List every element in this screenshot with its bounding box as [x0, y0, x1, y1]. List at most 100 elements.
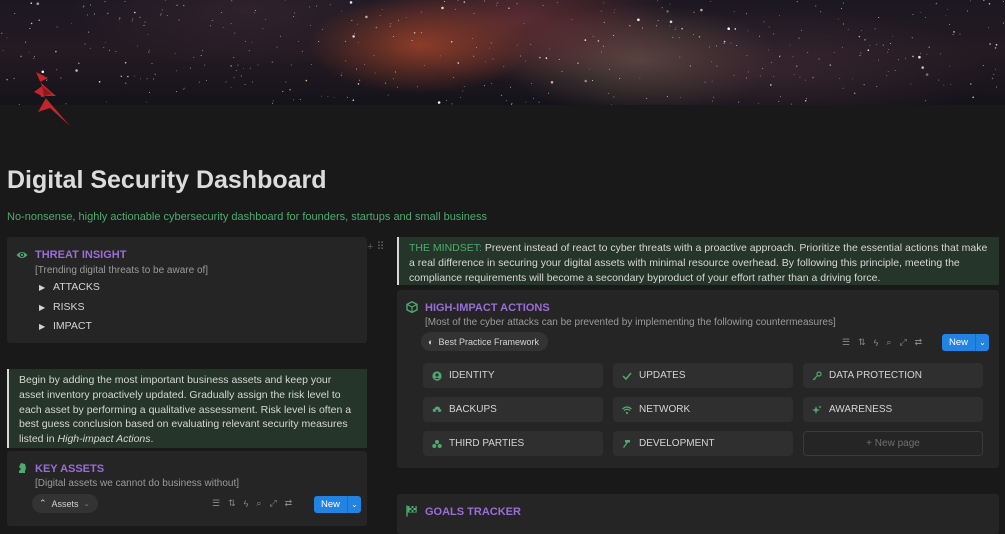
lightning-icon[interactable]: ϟ: [874, 338, 879, 348]
star-dot: [926, 73, 929, 76]
star-dot: [497, 3, 498, 4]
card-data-protection[interactable]: DATA PROTECTION: [803, 363, 983, 388]
star-dot: [473, 56, 474, 57]
filter-icon[interactable]: ☰: [212, 498, 220, 509]
sort-icon[interactable]: ⇅: [858, 337, 866, 348]
star-dot: [926, 54, 927, 55]
star-dot: [848, 29, 849, 30]
star-dot: [106, 101, 107, 102]
settings-sliders-icon[interactable]: ⇄: [915, 337, 923, 348]
star-dot: [921, 66, 924, 69]
card-network[interactable]: NETWORK: [613, 397, 793, 422]
key-icon: [812, 371, 822, 381]
star-dot: [780, 96, 781, 97]
star-dot: [768, 49, 769, 50]
star-dot: [291, 65, 292, 66]
star-dot: [670, 21, 673, 24]
star-dot: [474, 13, 475, 14]
star-dot: [7, 37, 8, 38]
star-dot: [393, 36, 394, 37]
star-dot: [613, 35, 614, 36]
expand-icon[interactable]: ⤢: [269, 498, 276, 509]
new-page-card[interactable]: + New page: [803, 431, 983, 456]
chevron-down-icon[interactable]: ⌄: [347, 496, 361, 513]
card-development[interactable]: DEVELOPMENT: [613, 431, 793, 456]
chevron-down-icon[interactable]: ⌄: [975, 334, 989, 351]
star-dot: [670, 3, 671, 4]
assets-view-chip[interactable]: ⌃ Assets ⌄: [32, 494, 98, 513]
search-icon[interactable]: ⌕: [256, 498, 261, 509]
filter-icon[interactable]: ☰: [842, 337, 850, 348]
sort-icon[interactable]: ⇅: [228, 498, 236, 509]
star-dot: [748, 71, 749, 72]
star-dot: [746, 78, 747, 79]
page-cover-image[interactable]: [0, 0, 1005, 105]
card-awareness[interactable]: AWARENESS: [803, 397, 983, 422]
star-dot: [109, 50, 110, 51]
card-third-parties[interactable]: THIRD PARTIES: [423, 431, 603, 456]
star-dot: [472, 38, 473, 39]
star-dot: [637, 19, 640, 22]
star-dot: [883, 45, 884, 46]
settings-sliders-icon[interactable]: ⇄: [285, 498, 293, 509]
card-updates[interactable]: UPDATES: [613, 363, 793, 388]
star-dot: [508, 7, 510, 9]
block-drag-handle[interactable]: + ⠿: [367, 240, 385, 253]
star-dot: [983, 65, 984, 66]
star-dot: [145, 22, 146, 23]
star-dot: [108, 13, 109, 14]
lightning-icon[interactable]: ϟ: [244, 499, 249, 509]
star-dot: [132, 19, 133, 20]
star-dot: [875, 28, 876, 29]
triangle-right-icon: ▶: [39, 283, 53, 292]
star-dot: [629, 25, 631, 27]
toggle-impact[interactable]: ▶IMPACT: [39, 320, 92, 332]
star-dot: [318, 41, 319, 42]
star-dot: [280, 36, 281, 37]
toggle-attacks[interactable]: ▶ATTACKS: [39, 281, 100, 293]
star-dot: [226, 81, 227, 82]
star-dot: [358, 42, 359, 43]
star-dot: [920, 53, 921, 54]
star-dot: [712, 81, 713, 82]
star-dot: [639, 78, 640, 79]
star-dot: [262, 28, 263, 29]
framework-view-chip[interactable]: ◐ Best Practice Framework: [421, 332, 548, 351]
star-dot: [869, 45, 870, 46]
card-backups[interactable]: BACKUPS: [423, 397, 603, 422]
star-dot: [589, 69, 590, 70]
star-dot: [149, 92, 150, 93]
star-dot: [460, 97, 461, 98]
star-dot: [760, 76, 761, 77]
star-dot: [996, 87, 997, 88]
star-dot: [679, 37, 680, 38]
star-dot: [452, 103, 453, 104]
eye-icon: [16, 249, 28, 261]
actions-new-button[interactable]: New ⌄: [942, 334, 989, 351]
star-dot: [199, 82, 200, 83]
star-dot: [306, 80, 308, 82]
star-dot: [14, 13, 15, 14]
toggle-risks[interactable]: ▶RISKS: [39, 301, 85, 313]
star-dot: [446, 100, 447, 101]
star-dot: [365, 16, 368, 19]
star-dot: [711, 61, 712, 62]
search-icon[interactable]: ⌕: [886, 337, 891, 348]
star-dot: [1, 33, 2, 34]
star-dot: [149, 50, 150, 51]
star-dot: [376, 27, 378, 29]
cube-icon: [406, 301, 418, 313]
star-dot: [642, 28, 643, 29]
star-dot: [496, 5, 497, 6]
star-dot: [34, 56, 35, 57]
star-dot: [791, 104, 792, 105]
star-dot: [947, 9, 948, 10]
star-dot: [549, 48, 550, 49]
assets-new-button[interactable]: New ⌄: [314, 496, 361, 513]
expand-icon[interactable]: ⤢: [899, 337, 906, 348]
star-dot: [925, 100, 926, 101]
star-dot: [272, 62, 273, 63]
card-identity[interactable]: IDENTITY: [423, 363, 603, 388]
star-dot: [779, 56, 780, 57]
star-dot: [310, 25, 311, 26]
